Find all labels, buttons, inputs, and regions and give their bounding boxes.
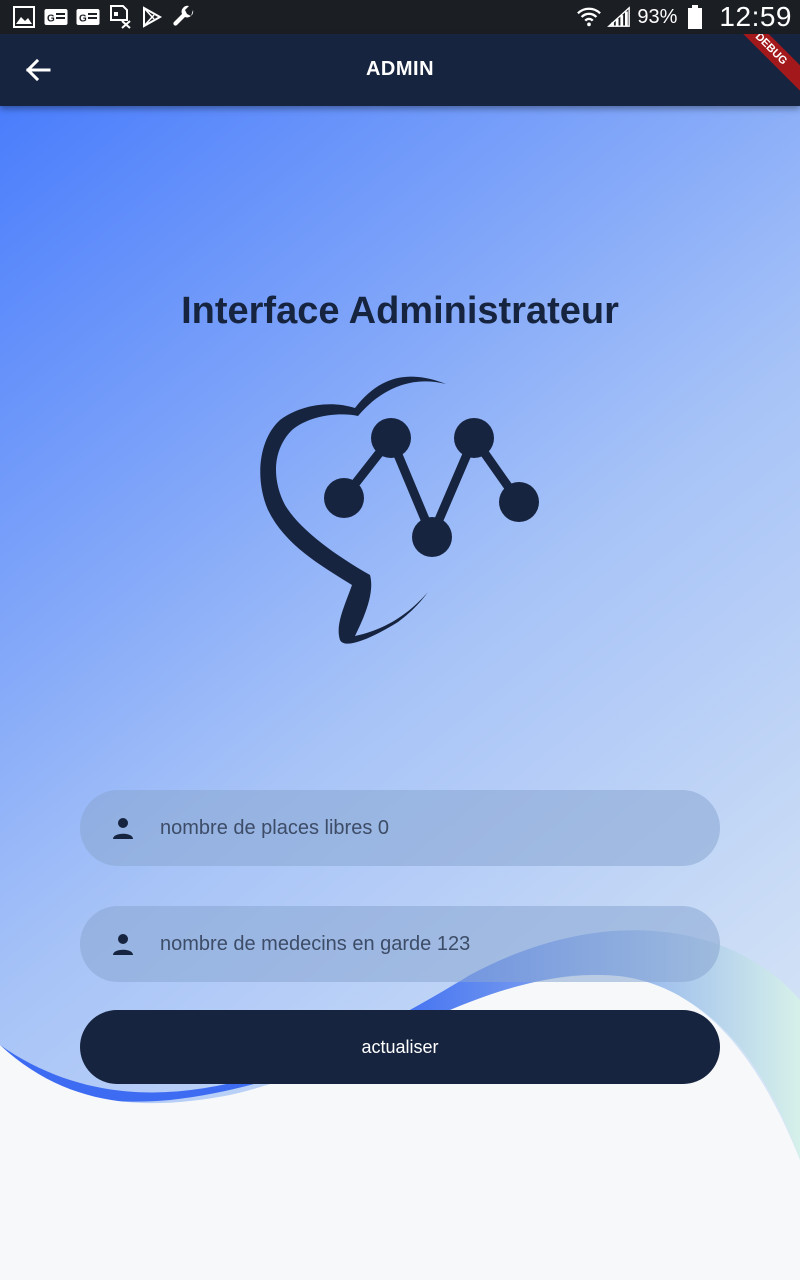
medical-logo-icon — [260, 376, 539, 644]
signal-icon — [607, 5, 631, 29]
wrench-icon — [172, 5, 196, 29]
notification-icons: G G — [12, 5, 196, 29]
update-button[interactable]: actualiser — [80, 1010, 720, 1084]
free-places-field[interactable] — [80, 790, 720, 866]
battery-percent: 93% — [637, 5, 678, 28]
id-card-icon: G — [76, 5, 100, 29]
person-icon — [110, 931, 136, 957]
person-icon — [110, 815, 136, 841]
play-store-icon — [140, 5, 164, 29]
sim-icon — [108, 5, 132, 29]
doctors-on-duty-input[interactable] — [160, 924, 720, 964]
app-bar: ADMIN DEBUG — [0, 34, 800, 106]
wifi-icon — [577, 5, 602, 29]
status-bar: G G 93% 12:59 — [0, 0, 800, 34]
free-places-input[interactable] — [160, 808, 720, 848]
battery-icon — [683, 5, 707, 29]
clock: 12:59 — [719, 1, 792, 32]
svg-text:G: G — [79, 14, 87, 25]
background-gradient — [0, 106, 800, 1280]
svg-text:G: G — [47, 14, 55, 25]
admin-heading: Interface Administrateur — [181, 290, 619, 332]
id-card-icon: G — [44, 5, 68, 29]
doctors-on-duty-field[interactable] — [80, 906, 720, 982]
gallery-icon — [12, 5, 36, 29]
page-title: ADMIN — [365, 58, 435, 80]
